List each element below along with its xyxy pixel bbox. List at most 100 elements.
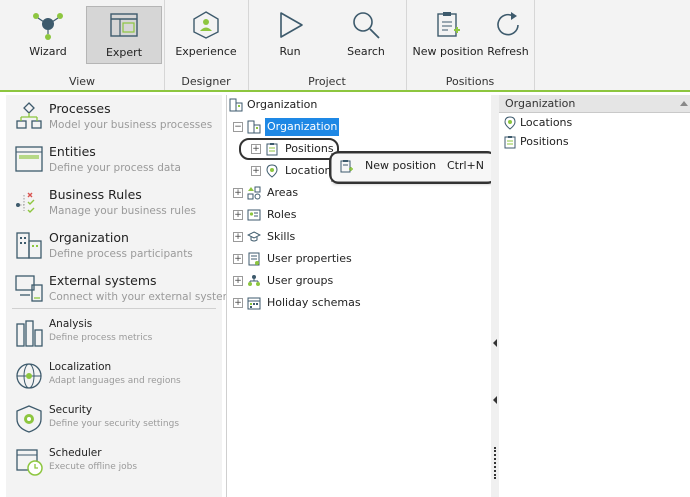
search-button[interactable]: Search [338, 6, 394, 62]
details-panel-title: Organization [505, 97, 576, 110]
collapse-icon[interactable]: − [233, 122, 243, 132]
experience-icon [193, 11, 219, 39]
sidebar-item-title: Processes [49, 101, 111, 116]
ribbon-group-positions: New position Refresh Positions [406, 0, 535, 90]
organization-icon [247, 120, 261, 134]
designer-group-label: Designer [181, 75, 231, 88]
sidebar-item-business-rules[interactable]: Business Rules Manage your business rule… [6, 187, 222, 221]
collapse-left-arrow-icon[interactable] [493, 339, 497, 347]
wizard-button[interactable]: Wizard [20, 6, 76, 62]
business-rules-icon [16, 192, 35, 213]
expert-icon [110, 13, 138, 37]
splitter-grip-icon[interactable] [494, 447, 498, 479]
sidebar-item-title: Scheduler [49, 447, 102, 459]
panel-splitter[interactable] [491, 95, 499, 497]
tree-node-label: Roles [267, 208, 297, 221]
sidebar: Processes Model your business processes … [6, 95, 238, 497]
expand-icon[interactable]: + [233, 298, 243, 308]
globe-icon [16, 363, 42, 389]
tree-node-user-properties[interactable]: + User properties [231, 250, 491, 268]
sidebar-item-subtitle: Adapt languages and regions [49, 376, 181, 386]
sidebar-item-title: Entities [49, 144, 96, 159]
expand-icon[interactable]: + [233, 276, 243, 286]
expert-button[interactable]: Expert [86, 6, 162, 64]
details-item-label: Positions [520, 135, 569, 148]
sidebar-divider [12, 308, 216, 309]
ribbon-group-designer: Experience Designer [164, 0, 249, 90]
expert-label: Expert [105, 46, 143, 59]
sidebar-item-scheduler[interactable]: Scheduler Execute offline jobs [6, 447, 222, 481]
expand-icon[interactable]: + [233, 232, 243, 242]
ribbon: Wizard Expert View Experience Designer R… [0, 0, 690, 92]
roles-icon [247, 209, 261, 221]
ribbon-group-view: Wizard Expert View [0, 0, 165, 90]
details-panel-header[interactable]: Organization [499, 95, 690, 113]
scheduler-icon [16, 449, 43, 476]
tree-node-roles[interactable]: + Roles [231, 206, 491, 224]
sidebar-item-subtitle: Define process participants [49, 248, 193, 260]
search-label: Search [347, 45, 385, 58]
sidebar-item-title: External systems [49, 273, 157, 288]
user-groups-icon [248, 275, 260, 286]
ribbon-group-project: Run Search Project [248, 0, 407, 90]
refresh-button[interactable]: Refresh [486, 6, 530, 62]
graduation-cap-icon [247, 231, 261, 242]
sort-arrow-icon [680, 101, 688, 106]
tree-node-label: User groups [267, 274, 334, 287]
tree-node-areas[interactable]: + Areas [231, 184, 491, 202]
tree-node-label: User properties [267, 252, 352, 265]
location-pin-icon [266, 164, 278, 178]
sidebar-item-subtitle: Connect with your external systems [49, 291, 239, 303]
details-panel: Organization Locations Positions [499, 95, 690, 497]
sidebar-item-title: Business Rules [49, 187, 142, 202]
project-group-label: Project [308, 75, 346, 88]
run-button[interactable]: Run [264, 6, 316, 62]
play-icon [280, 12, 303, 38]
organization-icon [229, 98, 243, 112]
sidebar-item-subtitle: Manage your business rules [49, 205, 196, 217]
sidebar-item-subtitle: Define your security settings [49, 419, 180, 429]
expand-icon[interactable]: + [251, 166, 261, 176]
wizard-label: Wizard [29, 45, 67, 58]
positions-icon [504, 136, 516, 149]
calendar-icon [247, 297, 261, 310]
sidebar-item-analysis[interactable]: Analysis Define process metrics [6, 318, 222, 352]
sidebar-item-localization[interactable]: Localization Adapt languages and regions [6, 361, 222, 395]
sidebar-item-external-systems[interactable]: External systems Connect with your exter… [6, 273, 238, 307]
sidebar-item-processes[interactable]: Processes Model your business processes [6, 101, 222, 135]
new-position-button[interactable]: New position [412, 6, 484, 62]
experience-label: Experience [175, 45, 237, 58]
entities-icon [15, 146, 43, 172]
tree-node-holiday-schemas[interactable]: + Holiday schemas [231, 294, 491, 312]
run-label: Run [279, 45, 301, 58]
sidebar-item-entities[interactable]: Entities Define your process data [6, 144, 222, 178]
expand-icon[interactable]: + [233, 188, 243, 198]
experience-button[interactable]: Experience [174, 6, 238, 62]
tree-node-label: Holiday schemas [267, 296, 361, 309]
positions-highlight-ring [239, 138, 339, 160]
tree-node-label-selected: Organization [265, 118, 340, 136]
tree-node-organization[interactable]: − Organization [231, 118, 491, 136]
collapse-left-arrow-icon[interactable] [493, 396, 497, 404]
positions-group-label: Positions [445, 75, 495, 88]
location-pin-icon [504, 116, 516, 130]
analysis-icon [16, 320, 43, 347]
sidebar-item-organization[interactable]: Organization Define process participants [6, 230, 222, 264]
tree-node-user-groups[interactable]: + User groups [231, 272, 491, 290]
expand-icon[interactable]: + [233, 254, 243, 264]
refresh-label: Refresh [487, 45, 529, 58]
tree-node-skills[interactable]: + Skills [231, 228, 491, 246]
expand-icon[interactable]: + [233, 210, 243, 220]
external-systems-icon [15, 275, 43, 302]
organization-icon [16, 232, 42, 259]
tree-node-label: Organization [247, 98, 318, 111]
sidebar-item-title: Analysis [49, 318, 93, 330]
sidebar-item-security[interactable]: Security Define your security settings [6, 404, 222, 438]
areas-icon [247, 186, 261, 200]
processes-icon [16, 102, 42, 129]
details-item-label: Locations [520, 116, 573, 129]
sidebar-item-subtitle: Define process metrics [49, 333, 153, 343]
sidebar-item-subtitle: Execute offline jobs [49, 462, 138, 472]
tree-node-label: Skills [267, 230, 296, 243]
sidebar-item-subtitle: Model your business processes [49, 119, 213, 131]
